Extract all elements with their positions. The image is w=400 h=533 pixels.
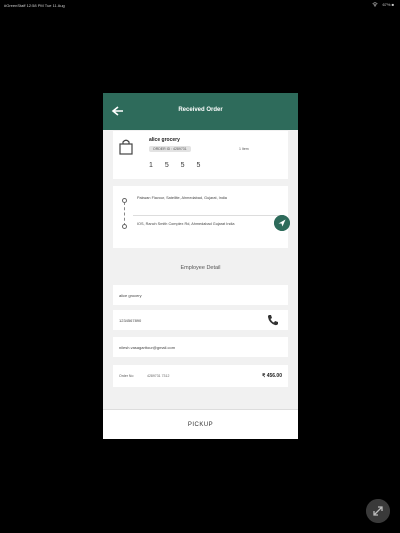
dialog-header: Received Order xyxy=(103,93,298,130)
employee-phone: 1234567890 xyxy=(119,318,142,323)
status-left-text: #GreenStaff 12:58 PM Tue 11 Aug xyxy=(4,3,65,8)
otp-code: 1 5 5 5 xyxy=(149,162,206,169)
order-id-chip: ORDER ID : 4289731 xyxy=(149,146,191,152)
address-divider xyxy=(133,215,284,216)
drop-dot-icon xyxy=(122,224,127,229)
battery-text: 67% ■ xyxy=(382,2,394,7)
employee-detail-heading: Employee Detail xyxy=(180,265,221,271)
employee-name-field: alice grocery xyxy=(113,285,288,305)
pickup-address: Pakwan Flavour, Satellite, Ahmedabad, Gu… xyxy=(137,196,227,200)
item-count: 1 Item xyxy=(239,147,249,151)
wifi-icon xyxy=(372,2,379,7)
employee-email: nilesh.vasagarttour@gmail.com xyxy=(119,345,176,350)
navigation-icon[interactable] xyxy=(274,215,290,231)
status-bar: #GreenStaff 12:58 PM Tue 11 Aug 67% ■ xyxy=(0,0,400,12)
shop-name: alice grocery xyxy=(149,137,180,143)
phone-icon[interactable] xyxy=(266,313,280,327)
shop-card: alice grocery ORDER ID : 4289731 1 Item … xyxy=(113,131,288,179)
expand-icon[interactable] xyxy=(366,499,390,523)
pickup-button[interactable]: PICKUP xyxy=(103,409,298,439)
order-summary-card: Order No 4289731 7312 ₹ 456.00 xyxy=(113,365,288,387)
shopping-bag-icon xyxy=(119,139,133,155)
order-number-label: Order No xyxy=(119,374,134,378)
dialog-title: Received Order xyxy=(178,107,223,113)
employee-phone-field: 1234567890 xyxy=(113,310,288,330)
pickup-dot-icon xyxy=(122,198,127,203)
drop-address: IOS, Ranch Smith Complex Rd, Ahmedabad G… xyxy=(137,222,235,226)
employee-email-field: nilesh.vasagarttour@gmail.com xyxy=(113,337,288,357)
order-amount: ₹ 456.00 xyxy=(262,373,282,379)
received-order-dialog: Received Order alice grocery ORDER ID : … xyxy=(103,93,298,439)
status-right: 67% ■ xyxy=(372,2,394,7)
route-line xyxy=(124,202,125,226)
employee-name: alice grocery xyxy=(119,293,142,298)
address-card: Pakwan Flavour, Satellite, Ahmedabad, Gu… xyxy=(113,186,288,248)
order-number-value: 4289731 7312 xyxy=(147,374,170,378)
